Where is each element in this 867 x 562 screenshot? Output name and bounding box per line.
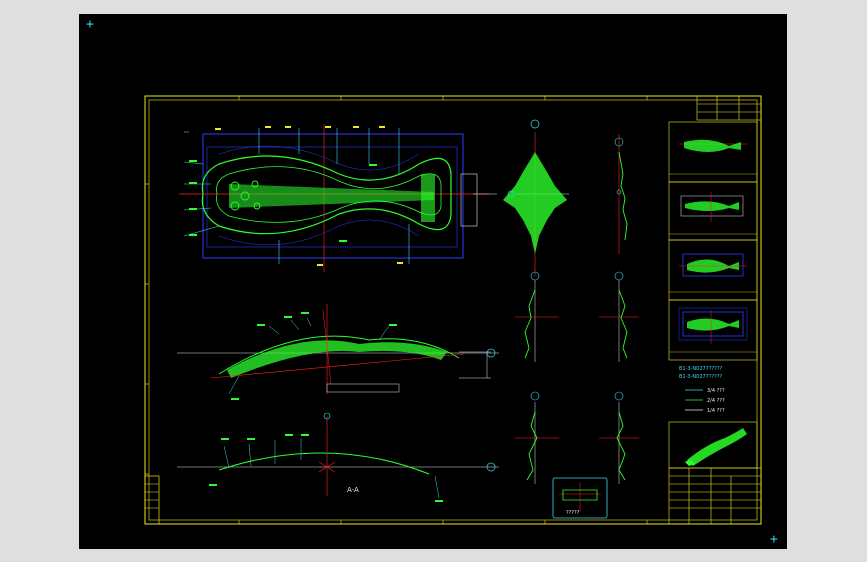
detail-box[interactable] <box>552 477 608 519</box>
arc-view[interactable] <box>177 412 499 502</box>
end-section-view[interactable] <box>503 119 569 276</box>
frame-ticks <box>145 96 648 524</box>
legend-item-1: 3/4 ??? <box>707 388 725 394</box>
side-view[interactable] <box>177 304 499 400</box>
drawing-frame <box>144 95 762 525</box>
arc-view-label: A-A <box>347 486 359 494</box>
legend-item-3: 1/4 ??? <box>707 408 725 414</box>
legend-item-2: 2/4 ??? <box>707 398 725 404</box>
legend-note-2: B1-3-N0277????? <box>679 374 722 380</box>
crosshair-icon[interactable]: + <box>770 533 778 546</box>
plan-view[interactable] <box>179 124 497 272</box>
cad-drawing-canvas[interactable]: B1-3-N0277????? B1-3-N0277????? 3/4 ??? … <box>79 14 787 549</box>
iso-preview[interactable] <box>668 421 758 469</box>
revision-block <box>144 475 160 525</box>
thumbnail-panels[interactable] <box>668 121 758 361</box>
title-block <box>668 467 762 525</box>
legend: B1-3-N0277????? B1-3-N0277????? 3/4 ??? … <box>679 366 725 414</box>
drawing-sheet[interactable]: B1-3-N0277????? B1-3-N0277????? 3/4 ??? … <box>79 14 787 549</box>
legend-note-1: B1-3-N0277????? <box>679 366 722 372</box>
title-block-top <box>696 95 762 121</box>
crosshair-icon[interactable]: + <box>86 18 94 31</box>
detail-caption: ????? <box>566 510 580 516</box>
